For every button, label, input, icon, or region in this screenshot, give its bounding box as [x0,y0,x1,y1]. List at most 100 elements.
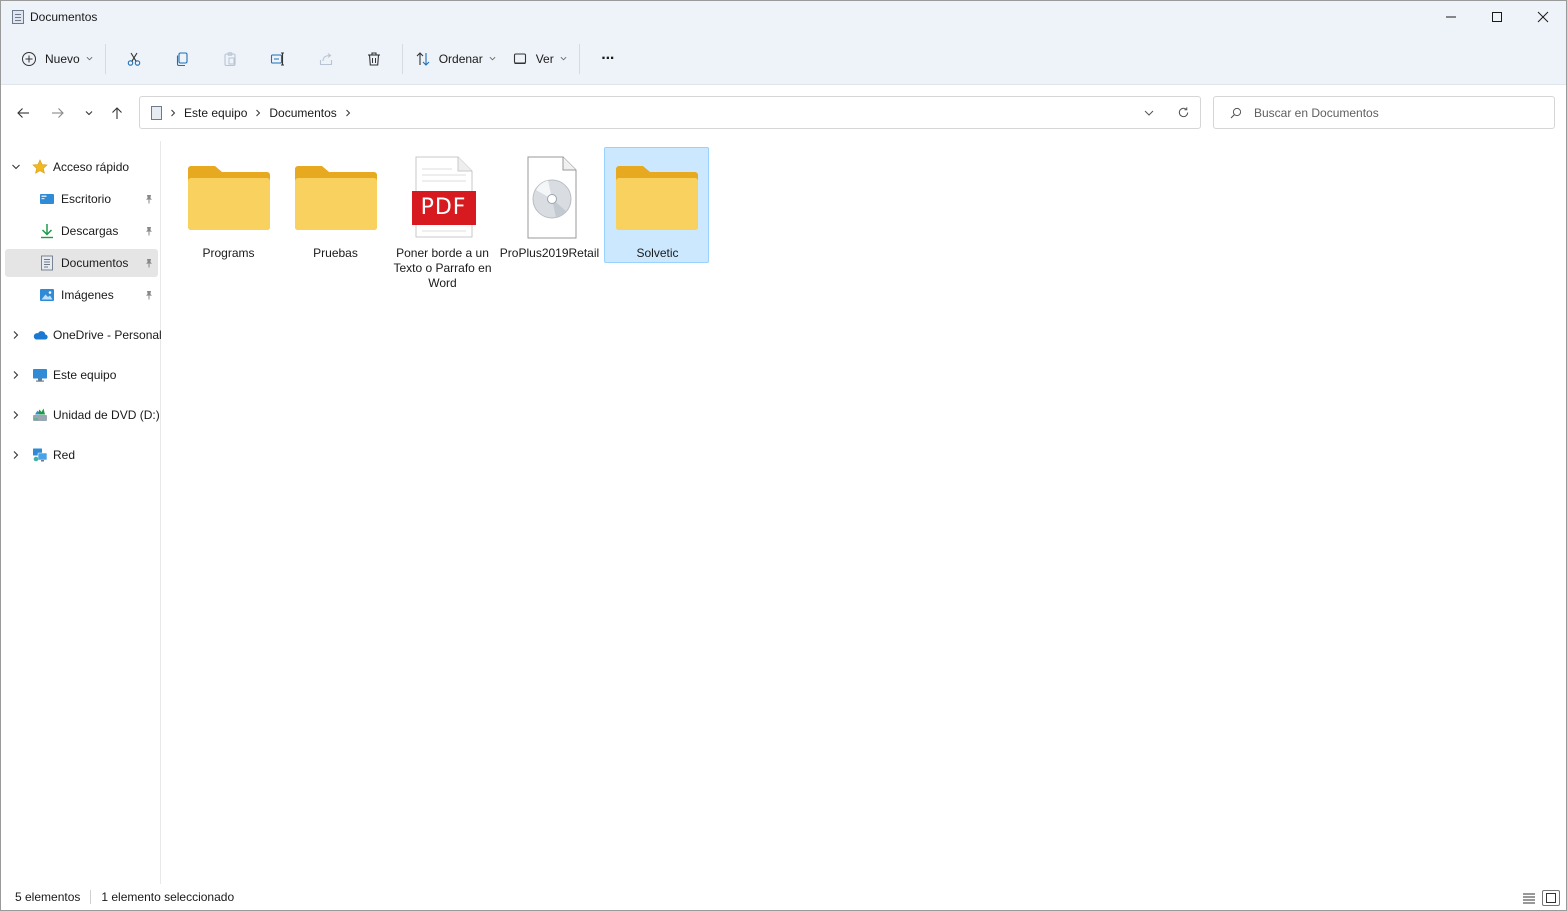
file-item-pdf[interactable]: PDF Poner borde a un Texto o Parrafo en … [390,147,495,290]
folder-icon [186,155,272,239]
collapse-chevron-icon[interactable] [11,162,21,172]
file-list[interactable]: Programs Pruebas PDF Poner borde a un Te… [162,141,1566,886]
network-icon [32,447,48,463]
search-box[interactable] [1213,96,1555,129]
maximize-button[interactable] [1474,1,1520,33]
up-button[interactable] [105,101,129,125]
command-bar: Nuevo Ordenar Ver ··· [1,33,1566,85]
file-name: Programs [202,246,255,260]
sort-button[interactable]: Ordenar [407,42,504,76]
file-item-programs[interactable]: Programs [176,147,281,287]
details-view-button[interactable] [1520,890,1538,906]
window-title: Documentos [30,10,98,24]
toolbar-divider [104,43,106,74]
search-input[interactable] [1254,105,1534,120]
pin-icon[interactable] [144,258,154,268]
forward-button[interactable] [46,101,70,125]
file-item-solvetic[interactable]: Solvetic [604,147,709,263]
expand-chevron-icon[interactable] [11,410,21,420]
sidebar-item-imagenes[interactable]: Imágenes [5,281,158,309]
plus-circle-icon [22,51,36,66]
search-icon [1230,107,1242,118]
file-explorer-window: Documentos Nuevo Ordenar Ver ··· Este eq… [0,0,1567,911]
address-bar[interactable]: Este equipo Documentos [139,96,1201,129]
minimize-icon [1446,16,1456,18]
close-icon [1537,11,1549,23]
sidebar-item-este-equipo[interactable]: Este equipo [5,361,158,389]
details-view-icon [1523,893,1535,904]
file-item-pruebas[interactable]: Pruebas [283,147,388,287]
documents-location-icon [151,105,162,120]
arrow-right-icon [52,108,64,118]
new-button-label: Nuevo [45,51,80,66]
onedrive-icon [32,327,48,343]
file-name: Poner borde a un Texto o Parrafo en Word [393,246,492,290]
dvd-drive-icon [32,407,48,423]
refresh-icon [1178,107,1188,118]
sidebar-item-label: Este equipo [53,368,117,382]
chevron-right-icon[interactable] [345,109,351,117]
sidebar-item-descargas[interactable]: Descargas [5,217,158,245]
sidebar-item-label: Acceso rápido [53,160,130,174]
breadcrumb-este-equipo[interactable]: Este equipo [184,106,247,120]
more-options-button[interactable]: ··· [584,42,632,76]
chevron-down-icon [86,56,93,61]
sidebar-item-label: Imágenes [61,288,114,302]
view-icon [513,52,526,64]
sidebar-item-label: OneDrive - Personal [53,328,162,342]
pin-icon[interactable] [144,226,154,236]
large-icons-view-button[interactable] [1542,890,1560,906]
status-divider [90,890,92,904]
chevron-down-icon [85,111,93,116]
view-button-label: Ver [535,51,554,66]
chevron-right-icon[interactable] [255,109,261,117]
more-options-label: ··· [601,49,615,67]
navigation-row: Este equipo Documentos [1,85,1566,141]
expand-chevron-icon[interactable] [11,370,21,380]
arrow-left-icon [17,108,29,118]
file-name: Pruebas [313,246,358,260]
rename-button[interactable] [254,42,302,76]
close-button[interactable] [1520,1,1566,33]
share-button[interactable] [302,42,350,76]
pdf-badge: PDF [420,195,467,220]
expand-chevron-icon[interactable] [11,330,21,340]
pin-icon[interactable] [144,290,154,300]
pdf-file-icon: PDF [400,155,486,239]
sidebar-item-red[interactable]: Red [5,441,158,469]
expand-chevron-icon[interactable] [11,450,21,460]
sidebar-item-escritorio[interactable]: Escritorio [5,185,158,213]
copy-button[interactable] [158,42,206,76]
refresh-button[interactable] [1166,106,1200,119]
file-item-proplus[interactable]: ProPlus2019Retail [497,147,602,287]
sidebar-item-documentos[interactable]: Documentos [5,249,158,277]
chevron-down-icon [1144,110,1154,116]
new-button[interactable]: Nuevo [13,42,101,76]
rename-icon [270,52,284,65]
breadcrumb-documentos[interactable]: Documentos [269,106,336,120]
sidebar-item-quick-access[interactable]: Acceso rápido [5,153,158,181]
minimize-button[interactable] [1428,1,1474,33]
sidebar-item-label: Escritorio [61,192,112,206]
address-history-button[interactable] [1132,107,1166,119]
folder-icon [614,155,700,239]
paste-button[interactable] [206,42,254,76]
share-icon [319,52,332,65]
sidebar-item-onedrive[interactable]: OneDrive - Personal [5,321,162,349]
back-button[interactable] [11,101,35,125]
view-mode-toggle [1520,890,1560,906]
toolbar-divider [401,43,403,74]
large-icons-view-icon [1546,893,1556,903]
cut-button[interactable] [110,42,158,76]
computer-icon [32,367,48,383]
sidebar-item-unidad-dvd[interactable]: Unidad de DVD (D:) [5,401,160,429]
file-name: Solvetic [636,246,679,260]
file-name: ProPlus2019Retail [499,246,600,260]
recent-locations-button[interactable] [77,101,101,125]
scissors-icon [127,52,140,66]
delete-button[interactable] [350,42,398,76]
view-button[interactable]: Ver [504,42,575,76]
selection-count: 1 elemento seleccionado [101,890,235,904]
pin-icon[interactable] [144,194,154,204]
window-controls [1428,1,1566,33]
